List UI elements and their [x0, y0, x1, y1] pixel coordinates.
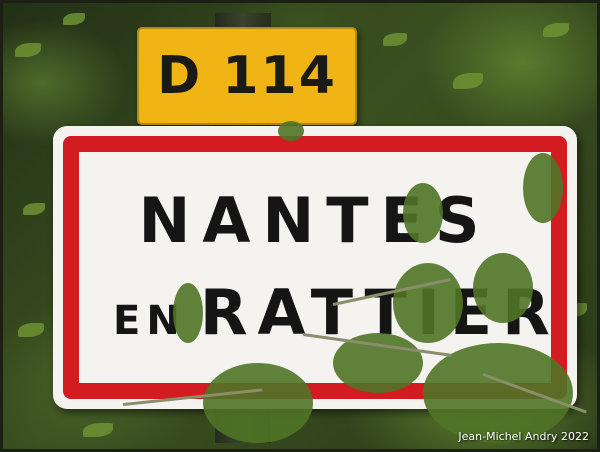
leaf	[15, 43, 41, 57]
leaf	[18, 323, 44, 337]
leaf	[543, 23, 569, 37]
foliage	[473, 253, 533, 323]
leaf	[63, 13, 85, 25]
leaf	[383, 33, 407, 46]
town-name-line1: NANTES	[138, 184, 492, 257]
foliage	[278, 121, 304, 141]
foliage	[393, 263, 463, 343]
leaf	[453, 73, 483, 89]
road-number: D 114	[157, 46, 337, 106]
road-number-plate: D 114	[137, 27, 357, 125]
foliage	[203, 363, 313, 443]
foliage	[173, 283, 203, 343]
leaf	[83, 423, 113, 437]
foliage	[423, 343, 573, 443]
photo-credit: Jean-Michel Andry 2022	[458, 430, 589, 443]
foliage	[403, 183, 443, 243]
leaf	[23, 203, 45, 215]
photo-frame: D 114 NANTES EN RATTIER Jean-Michel Andry…	[0, 0, 600, 452]
foliage	[523, 153, 563, 223]
